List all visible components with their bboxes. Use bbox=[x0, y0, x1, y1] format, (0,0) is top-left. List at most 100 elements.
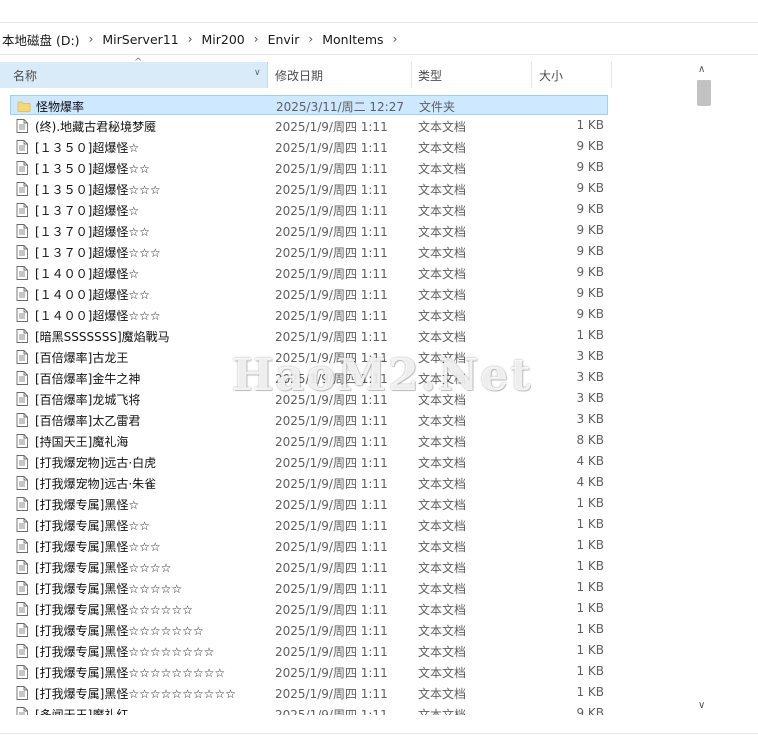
text-file-icon bbox=[16, 707, 28, 715]
file-row[interactable]: (终).地藏古君秘境梦魇 2025/1/9/周四 1:11 文本文档 1 KB bbox=[10, 116, 608, 136]
file-name: [暗黑SSSSSSS]魔焰戰马 bbox=[35, 330, 170, 344]
file-row[interactable]: [１３７０]超爆怪☆☆ 2025/1/9/周四 1:11 文本文档 9 KB bbox=[10, 221, 608, 241]
file-date: 2025/1/9/周四 1:11 bbox=[275, 582, 388, 596]
file-type: 文本文档 bbox=[418, 393, 467, 407]
file-size: 4 KB bbox=[576, 475, 604, 489]
breadcrumb-item-monitems[interactable]: MonItems bbox=[320, 32, 385, 47]
file-row[interactable]: [１４００]超爆怪☆ 2025/1/9/周四 1:11 文本文档 9 KB bbox=[10, 263, 608, 283]
file-name: [打我爆专属]黑怪☆☆☆☆☆☆☆☆☆☆ bbox=[35, 687, 236, 701]
file-row[interactable]: [１４００]超爆怪☆☆ 2025/1/9/周四 1:11 文本文档 9 KB bbox=[10, 284, 608, 304]
file-row[interactable]: [百倍爆率]龙城飞将 2025/1/9/周四 1:11 文本文档 3 KB bbox=[10, 389, 608, 409]
file-date: 2025/1/9/周四 1:11 bbox=[275, 519, 388, 533]
breadcrumb: 本地磁盘 (D:) › MirServer11 › Mir200 › Envir… bbox=[0, 28, 404, 50]
breadcrumb-item-mir200[interactable]: Mir200 bbox=[200, 32, 247, 47]
scroll-up-icon[interactable]: ∧ bbox=[698, 64, 705, 75]
text-file-icon bbox=[16, 434, 28, 448]
file-row[interactable]: [１３５０]超爆怪☆☆ 2025/1/9/周四 1:11 文本文档 9 KB bbox=[10, 158, 608, 178]
file-row[interactable]: [暗黑SSSSSSS]魔焰戰马 2025/1/9/周四 1:11 文本文档 1 KB bbox=[10, 326, 608, 346]
file-type: 文本文档 bbox=[418, 603, 467, 617]
file-row[interactable]: [百倍爆率]古龙王 2025/1/9/周四 1:11 文本文档 3 KB bbox=[10, 347, 608, 367]
file-row[interactable]: [百倍爆率]金牛之神 2025/1/9/周四 1:11 文本文档 3 KB bbox=[10, 368, 608, 388]
file-date: 2025/1/9/周四 1:11 bbox=[275, 540, 388, 554]
breadcrumb-item-mirserver11[interactable]: MirServer11 bbox=[100, 32, 180, 47]
file-date: 2025/3/11/周二 12:27 bbox=[276, 100, 404, 114]
text-file-icon bbox=[16, 266, 28, 280]
text-file-icon bbox=[16, 518, 28, 532]
file-row[interactable]: [打我爆专属]黑怪☆ 2025/1/9/周四 1:11 文本文档 1 KB bbox=[10, 494, 608, 514]
column-header-type[interactable]: 类型 bbox=[412, 62, 532, 88]
vertical-scrollbar[interactable]: ∧ ∨ bbox=[694, 62, 714, 716]
chevron-right-icon[interactable]: › bbox=[386, 32, 405, 46]
breadcrumb-item-drive[interactable]: 本地磁盘 (D:) bbox=[0, 30, 82, 49]
file-name: 怪物爆率 bbox=[36, 100, 85, 114]
file-type: 文本文档 bbox=[418, 288, 467, 302]
file-name: [打我爆专属]黑怪☆☆☆☆☆☆ bbox=[35, 603, 193, 617]
file-name: [１３５０]超爆怪☆☆ bbox=[35, 162, 150, 176]
file-row[interactable]: [打我爆专属]黑怪☆☆☆☆☆☆☆ 2025/1/9/周四 1:11 文本文档 1 KB bbox=[10, 620, 608, 640]
file-size: 1 KB bbox=[576, 118, 604, 132]
file-type: 文本文档 bbox=[418, 477, 467, 491]
file-date: 2025/1/9/周四 1:11 bbox=[275, 603, 388, 617]
file-type: 文本文档 bbox=[418, 582, 467, 596]
file-date: 2025/1/9/周四 1:11 bbox=[275, 267, 388, 281]
file-row[interactable]: [百倍爆率]太乙雷君 2025/1/9/周四 1:11 文本文档 3 KB bbox=[10, 410, 608, 430]
file-row[interactable]: [打我爆专属]黑怪☆☆☆☆ 2025/1/9/周四 1:11 文本文档 1 KB bbox=[10, 557, 608, 577]
chevron-right-icon[interactable]: › bbox=[301, 32, 320, 46]
file-type: 文本文档 bbox=[418, 183, 467, 197]
file-row[interactable]: [打我爆专属]黑怪☆☆☆☆☆☆ 2025/1/9/周四 1:11 文本文档 1 KB bbox=[10, 599, 608, 619]
file-date: 2025/1/9/周四 1:11 bbox=[275, 561, 388, 575]
chevron-right-icon[interactable]: › bbox=[82, 32, 101, 46]
scroll-down-icon[interactable]: ∨ bbox=[698, 700, 705, 711]
file-row[interactable]: [多闻天王]魔礼红 2025/1/9/周四 1:11 文本文档 9 KB bbox=[10, 704, 608, 715]
file-date: 2025/1/9/周四 1:11 bbox=[275, 120, 388, 134]
scrollbar-thumb[interactable] bbox=[697, 80, 711, 106]
file-type: 文本文档 bbox=[418, 687, 467, 701]
chevron-right-icon[interactable]: › bbox=[247, 32, 266, 46]
text-file-icon bbox=[16, 644, 28, 658]
file-type: 文本文档 bbox=[418, 414, 467, 428]
file-size: 9 KB bbox=[576, 307, 604, 321]
file-size: 9 KB bbox=[576, 265, 604, 279]
file-row[interactable]: [持国天王]魔礼海 2025/1/9/周四 1:11 文本文档 8 KB bbox=[10, 431, 608, 451]
file-row[interactable]: [１４００]超爆怪☆☆☆ 2025/1/9/周四 1:11 文本文档 9 KB bbox=[10, 305, 608, 325]
column-header-name[interactable]: 名称 ^ ∨ bbox=[0, 57, 268, 88]
file-row[interactable]: [１３７０]超爆怪☆ 2025/1/9/周四 1:11 文本文档 9 KB bbox=[10, 200, 608, 220]
file-row[interactable]: [打我爆专属]黑怪☆☆☆☆☆☆☆☆☆ 2025/1/9/周四 1:11 文本文档 1 … bbox=[10, 662, 608, 682]
file-row[interactable]: [１３７０]超爆怪☆☆☆ 2025/1/9/周四 1:11 文本文档 9 KB bbox=[10, 242, 608, 262]
file-date: 2025/1/9/周四 1:11 bbox=[275, 330, 388, 344]
file-row[interactable]: [打我爆专属]黑怪☆☆☆☆☆ 2025/1/9/周四 1:11 文本文档 1 KB bbox=[10, 578, 608, 598]
file-row[interactable]: [打我爆宠物]远古·白虎 2025/1/9/周四 1:11 文本文档 4 KB bbox=[10, 452, 608, 472]
file-name: [多闻天王]魔礼红 bbox=[35, 708, 129, 715]
breadcrumb-item-envir[interactable]: Envir bbox=[266, 32, 302, 47]
file-name: [１４００]超爆怪☆☆ bbox=[35, 288, 150, 302]
file-type: 文件夹 bbox=[419, 100, 456, 114]
file-row[interactable]: [打我爆专属]黑怪☆☆☆☆☆☆☆☆☆☆ 2025/1/9/周四 1:11 文本文档 1… bbox=[10, 683, 608, 703]
column-header: 名称 ^ ∨ 修改日期 类型 大小 bbox=[0, 57, 612, 88]
file-type: 文本文档 bbox=[418, 498, 467, 512]
chevron-down-icon[interactable]: ∨ bbox=[254, 68, 261, 78]
file-row[interactable]: [打我爆专属]黑怪☆☆☆ 2025/1/9/周四 1:11 文本文档 1 KB bbox=[10, 536, 608, 556]
file-date: 2025/1/9/周四 1:11 bbox=[275, 162, 388, 176]
file-row[interactable]: [打我爆专属]黑怪☆☆☆☆☆☆☆☆ 2025/1/9/周四 1:11 文本文档 1 K… bbox=[10, 641, 608, 661]
text-file-icon bbox=[16, 329, 28, 343]
file-row[interactable]: [１３５０]超爆怪☆☆☆ 2025/1/9/周四 1:11 文本文档 9 KB bbox=[10, 179, 608, 199]
text-file-icon bbox=[16, 686, 28, 700]
file-row[interactable]: [打我爆宠物]远古·朱雀 2025/1/9/周四 1:11 文本文档 4 KB bbox=[10, 473, 608, 493]
file-date: 2025/1/9/周四 1:11 bbox=[275, 393, 388, 407]
folder-icon bbox=[17, 99, 31, 113]
column-header-date[interactable]: 修改日期 bbox=[268, 62, 412, 88]
file-name: [打我爆专属]黑怪☆☆☆☆ bbox=[35, 561, 172, 575]
file-type: 文本文档 bbox=[418, 666, 467, 680]
file-row[interactable]: 怪物爆率 2025/3/11/周二 12:27 文件夹 bbox=[10, 95, 608, 115]
file-type: 文本文档 bbox=[418, 645, 467, 659]
file-name: [打我爆专属]黑怪☆ bbox=[35, 498, 140, 512]
column-header-size[interactable]: 大小 bbox=[532, 62, 612, 88]
file-date: 2025/1/9/周四 1:11 bbox=[275, 372, 388, 386]
file-date: 2025/1/9/周四 1:11 bbox=[275, 498, 388, 512]
file-date: 2025/1/9/周四 1:11 bbox=[275, 666, 388, 680]
chevron-right-icon[interactable]: › bbox=[181, 32, 200, 46]
file-row[interactable]: [１３５０]超爆怪☆ 2025/1/9/周四 1:11 文本文档 9 KB bbox=[10, 137, 608, 157]
file-size: 9 KB bbox=[576, 706, 604, 715]
file-row[interactable]: [打我爆专属]黑怪☆☆ 2025/1/9/周四 1:11 文本文档 1 KB bbox=[10, 515, 608, 535]
text-file-icon bbox=[16, 224, 28, 238]
